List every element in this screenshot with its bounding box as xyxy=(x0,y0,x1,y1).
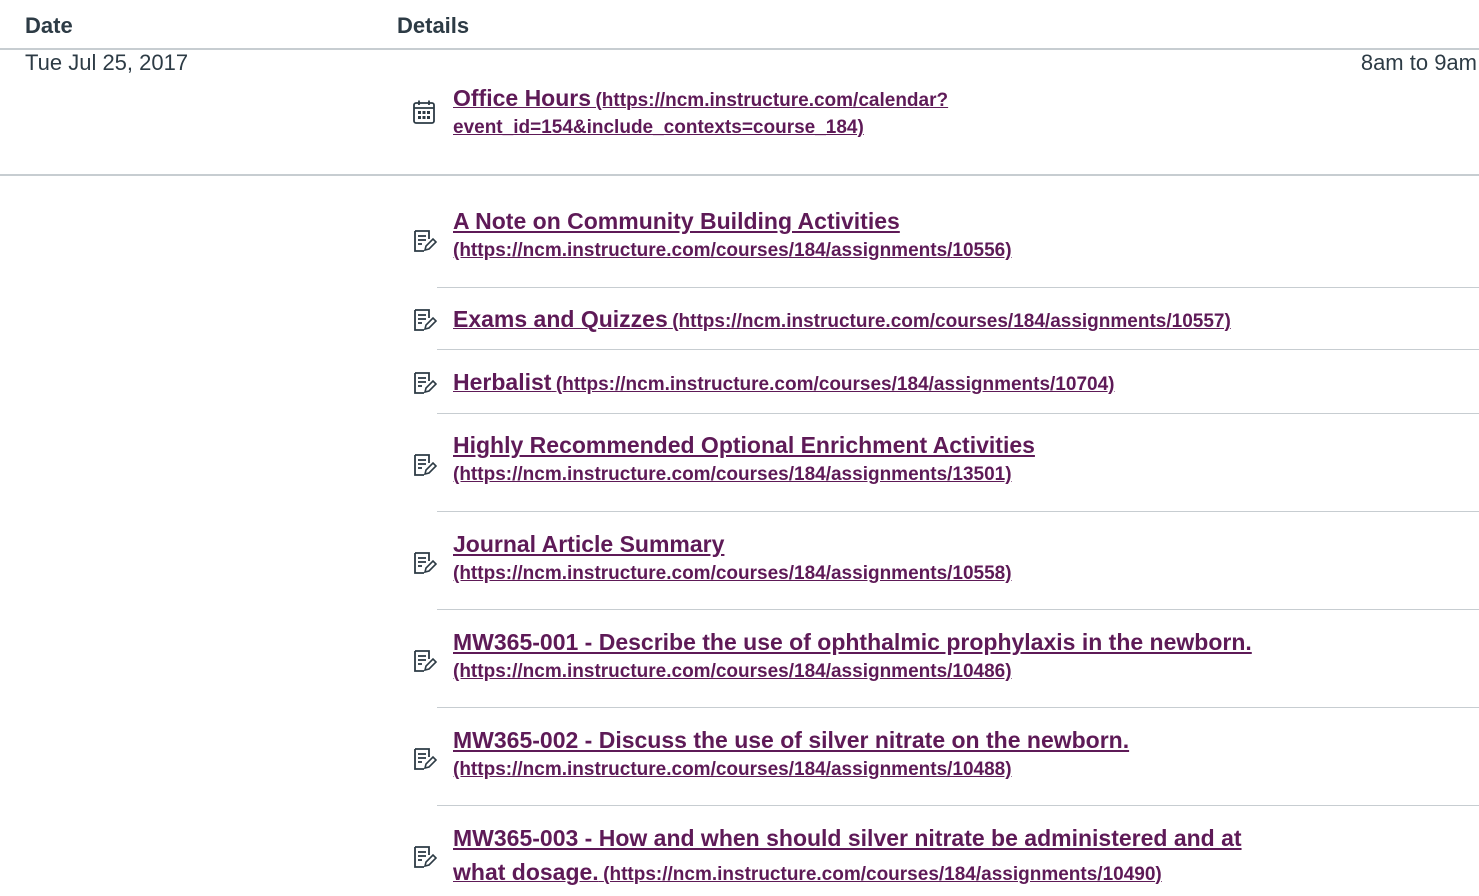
assignment-link-block: Highly Recommended Optional Enrichment A… xyxy=(453,428,1035,486)
assignment-title: Exams and Quizzes xyxy=(453,306,668,332)
assignment-link[interactable]: A Note on Community Building Activities … xyxy=(453,204,1012,262)
assignment-link-block: MW365-003 - How and when should silver n… xyxy=(453,821,1242,889)
assignment-url: (https://ncm.instructure.com/courses/184… xyxy=(453,759,1012,780)
assignment-link-block: Journal Article Summary (https://ncm.ins… xyxy=(453,527,1012,585)
assignment-title: MW365-002 - Discuss the use of silver ni… xyxy=(453,727,1130,753)
assignment-title-continued: what dosage. xyxy=(453,859,599,885)
assignment-link-block: Exams and Quizzes (https://ncm.instructu… xyxy=(453,302,1231,336)
event-date: Tue Jul 25, 2017 xyxy=(25,50,189,75)
assignment-title: Journal Article Summary xyxy=(453,531,725,557)
event-url-line-1: (https://ncm.instructure.com/calendar? xyxy=(595,90,949,111)
assignment-link[interactable]: Journal Article Summary (https://ncm.ins… xyxy=(453,527,1012,585)
assignment-icon xyxy=(411,370,437,396)
details-column-header: Details xyxy=(397,13,470,38)
assignment-url: (https://ncm.instructure.com/courses/184… xyxy=(672,311,1231,332)
assignment-icon xyxy=(411,307,437,333)
event-url-line-2: event_id=154&include_contexts=course_184… xyxy=(453,117,864,138)
assignment-link[interactable]: Exams and Quizzes (https://ncm.instructu… xyxy=(453,302,1231,336)
assignment-url: (https://ncm.instructure.com/courses/184… xyxy=(453,464,1012,485)
assignment-link-block: MW365-001 - Describe the use of ophthalm… xyxy=(453,625,1252,683)
assignment-url: (https://ncm.instructure.com/courses/184… xyxy=(555,374,1115,395)
assignment-link-block: A Note on Community Building Activities … xyxy=(453,204,1012,262)
assignment-link[interactable]: MW365-001 - Describe the use of ophthalm… xyxy=(453,625,1252,683)
table-header-row: Date Details xyxy=(0,0,1479,50)
date-column-header: Date xyxy=(25,13,73,38)
assignment-title: Highly Recommended Optional Enrichment A… xyxy=(453,432,1035,458)
assignment-url: (https://ncm.instructure.com/courses/184… xyxy=(603,864,1162,885)
event-time: 8am to 9am xyxy=(1360,50,1477,75)
assignment-url: (https://ncm.instructure.com/courses/184… xyxy=(453,563,1012,584)
assignment-title: A Note on Community Building Activities xyxy=(453,208,900,234)
assignment-url: (https://ncm.instructure.com/courses/184… xyxy=(453,240,1012,261)
assignment-icon xyxy=(411,550,437,576)
assignment-link[interactable]: MW365-002 - Discuss the use of silver ni… xyxy=(453,723,1129,781)
assignment-icon xyxy=(411,648,437,674)
assignment-title: MW365-003 - How and when should silver n… xyxy=(453,825,1242,851)
assignment-link-block: MW365-002 - Discuss the use of silver ni… xyxy=(453,723,1129,781)
assignment-title: Herbalist xyxy=(453,369,552,395)
event-link-block: Office Hours (https://ncm.instructure.co… xyxy=(453,81,948,139)
event-title: Office Hours xyxy=(453,85,592,111)
assignment-url: (https://ncm.instructure.com/courses/184… xyxy=(453,661,1012,682)
event-link[interactable]: Office Hours (https://ncm.instructure.co… xyxy=(453,81,948,139)
assignment-icon xyxy=(411,228,437,254)
assignment-link[interactable]: MW365-003 - How and when should silver n… xyxy=(453,821,1242,889)
assignment-link[interactable]: Herbalist (https://ncm.instructure.com/c… xyxy=(453,365,1114,399)
calendar-icon xyxy=(411,99,437,125)
assignment-link-block: Herbalist (https://ncm.instructure.com/c… xyxy=(453,365,1114,399)
assignment-icon xyxy=(411,746,437,772)
assignment-icon xyxy=(411,452,437,478)
assignment-icon xyxy=(411,844,437,870)
assignment-link[interactable]: Highly Recommended Optional Enrichment A… xyxy=(453,428,1035,486)
assignment-title: MW365-001 - Describe the use of ophthalm… xyxy=(453,629,1252,655)
